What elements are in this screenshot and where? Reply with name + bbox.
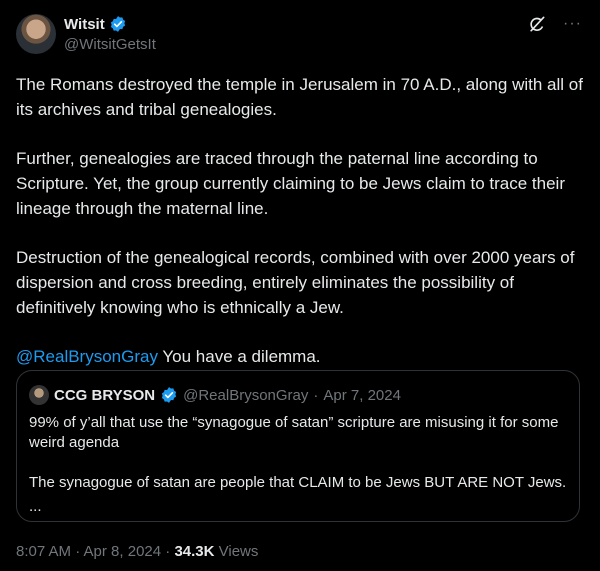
quoted-tweet-text: 99% of y’all that use the “synagogue of … [29,413,569,517]
quoted-tweet-date: Apr 7, 2024 [323,386,401,404]
views-label: Views [214,543,259,560]
quoted-tweet-header: CCG BRYSON @RealBrysonGray · Apr 7, 2024 [29,385,401,405]
quoted-ellipsis: ... [29,498,42,515]
author-avatar[interactable] [16,14,56,54]
closing-text: You have a dilemma. [157,347,321,366]
quoted-paragraph: The synagogue of satan are people that C… [29,474,567,491]
quoted-paragraph: 99% of y’all that use the “synagogue of … [29,414,559,451]
quoted-author-handle: @RealBrysonGray [183,386,309,404]
more-icon[interactable]: ··· [563,14,582,34]
tweet-text: The Romans destroyed the temple in Jerus… [16,72,584,393]
views-count: 34.3K [174,543,215,560]
tweet-card: Witsit @WitsitGetsIt ··· The Romans dest… [0,0,600,571]
mention-link[interactable]: @RealBrysonGray [16,347,158,366]
grok-icon[interactable] [527,14,547,34]
tweet-paragraph: Further, genealogies are traced through … [16,149,565,218]
verified-badge-icon [110,16,125,32]
tweet-actions-top: ··· [527,14,582,34]
tweet-meta: 8:07 AM · Apr 8, 2024 · 34.3K Views [16,543,258,560]
verified-badge-icon [162,387,177,403]
tweet-closing-line: @RealBrysonGray You have a dilemma. [16,344,584,369]
quoted-tweet[interactable]: CCG BRYSON @RealBrysonGray · Apr 7, 2024… [16,370,580,522]
author-name-row: Witsit [64,15,127,33]
timestamp[interactable]: 8:07 AM · Apr 8, 2024 · [16,543,174,560]
quoted-author-name: CCG BRYSON [54,386,156,404]
author-name[interactable]: Witsit [64,16,105,33]
quoted-author-avatar [29,385,49,405]
tweet-paragraph: Destruction of the genealogical records,… [16,248,575,317]
tweet-paragraph: The Romans destroyed the temple in Jerus… [16,75,583,119]
separator-dot: · [313,386,319,404]
author-handle[interactable]: @WitsitGetsIt [64,36,156,53]
